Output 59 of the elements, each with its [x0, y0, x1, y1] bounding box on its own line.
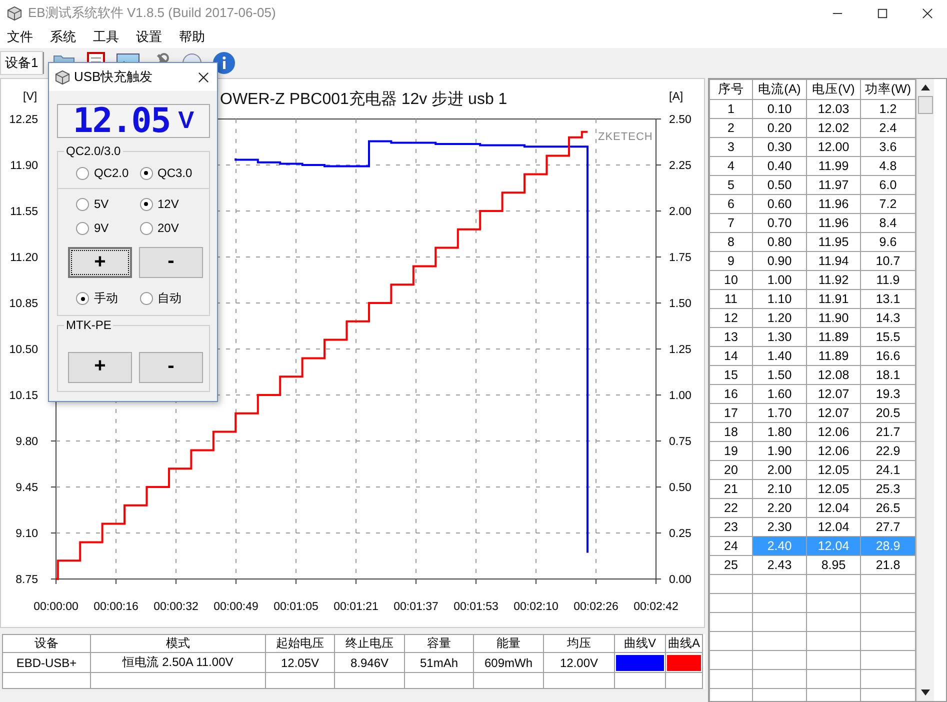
axis-label: 11.90 — [10, 160, 38, 172]
table-cell: 恒电流 2.50A 11.00V — [90, 652, 266, 672]
column-header: 曲线V — [614, 634, 666, 652]
axis-label: 2.25 — [669, 160, 692, 172]
display-unit: V — [178, 107, 194, 135]
table-cell: 12.05V — [266, 652, 334, 672]
column-header: 能量 — [474, 634, 544, 652]
table-cell: EBD-USB+ — [2, 652, 90, 672]
window-title: EB测试系统软件 V1.8.5 (Build 2017-06-05) — [28, 4, 277, 22]
axis-label: 00:00:49 — [214, 601, 258, 613]
axis-label: 9.80 — [16, 436, 38, 448]
axis-label: 00:01:53 — [454, 601, 498, 613]
axis-label: 00:02:26 — [574, 601, 618, 613]
axis-label: 0.75 — [669, 436, 692, 448]
axis-label: 00:02:10 — [514, 601, 558, 613]
column-header: 曲线A — [666, 634, 702, 652]
table-cell: 51mAh — [404, 652, 474, 672]
column-header: 终止电压 — [334, 634, 404, 652]
axis-label: 9.45 — [16, 482, 38, 494]
table-cell: 609mWh — [474, 652, 544, 672]
axis-label: 0.00 — [669, 574, 692, 586]
axis-label: 10.15 — [9, 390, 38, 402]
axis-label: 00:00:16 — [94, 601, 138, 613]
axis-label: 00:01:37 — [394, 601, 438, 613]
axis-label: 2.50 — [669, 114, 692, 126]
axis-label: 0.25 — [669, 528, 692, 540]
axis-label: 1.25 — [669, 344, 692, 356]
group-label: QC2.0/3.0 — [64, 144, 123, 158]
axis-title: [V] — [23, 91, 38, 103]
display-value: 12.05 — [72, 101, 170, 141]
axis-label: 2.00 — [669, 206, 692, 218]
column-header: 起始电压 — [266, 634, 334, 652]
group-label: MTK-PE — [64, 318, 114, 332]
column-header: 设备 — [2, 634, 90, 652]
axis-label: 11.55 — [10, 206, 38, 218]
axis-label: 11.20 — [10, 252, 38, 264]
axis-label: 12.25 — [9, 114, 38, 126]
axis-label: 1.00 — [669, 390, 692, 402]
chart-title: OWER-Z PBC001充电器 12v 步进 usb 1 — [220, 91, 508, 108]
axis-label: 00:02:42 — [634, 601, 678, 613]
axis-label: 9.10 — [16, 528, 38, 540]
table-cell: 8.946V — [334, 652, 404, 672]
axis-label: 0.50 — [669, 482, 692, 494]
table-cell: 12.00V — [544, 652, 614, 672]
axis-label: 1.75 — [669, 252, 692, 264]
axis-label: 8.75 — [16, 574, 38, 586]
axis-title: [A] — [669, 91, 684, 103]
axis-label: 10.50 — [9, 344, 38, 356]
axis-label: 00:01:21 — [334, 601, 378, 613]
axis-label: 1.50 — [669, 298, 692, 310]
axis-label: 00:00:00 — [34, 601, 78, 613]
axis-label: 00:01:05 — [274, 601, 318, 613]
axis-label: 10.85 — [9, 298, 38, 310]
dialog-title: USB快充触发 — [74, 68, 154, 86]
column-header: 容量 — [404, 634, 474, 652]
column-header: 均压 — [544, 634, 614, 652]
column-header: 模式 — [90, 634, 266, 652]
chart-label: ZKETECH — [598, 131, 653, 143]
axis-label: 00:00:32 — [154, 601, 198, 613]
